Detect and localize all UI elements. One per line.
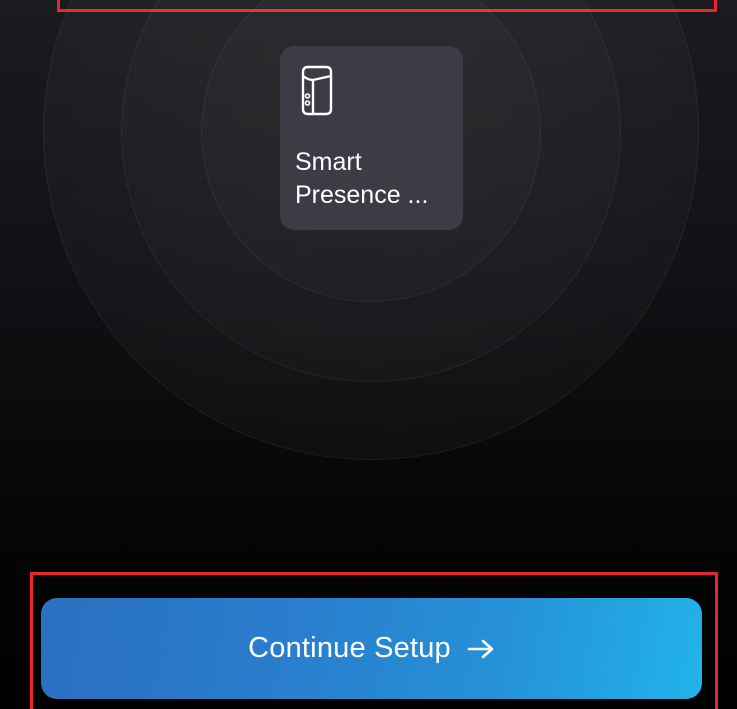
arrow-right-icon — [467, 639, 494, 658]
continue-setup-button[interactable]: Continue Setup — [41, 598, 702, 699]
pairing-screen: Smart Presence ... Continue Setup — [0, 0, 737, 709]
continue-setup-label: Continue Setup — [248, 632, 451, 664]
device-name-label: Smart Presence ... — [295, 148, 429, 209]
discovered-device-card[interactable]: Smart Presence ... — [280, 46, 463, 230]
hub-device-icon — [301, 65, 333, 116]
